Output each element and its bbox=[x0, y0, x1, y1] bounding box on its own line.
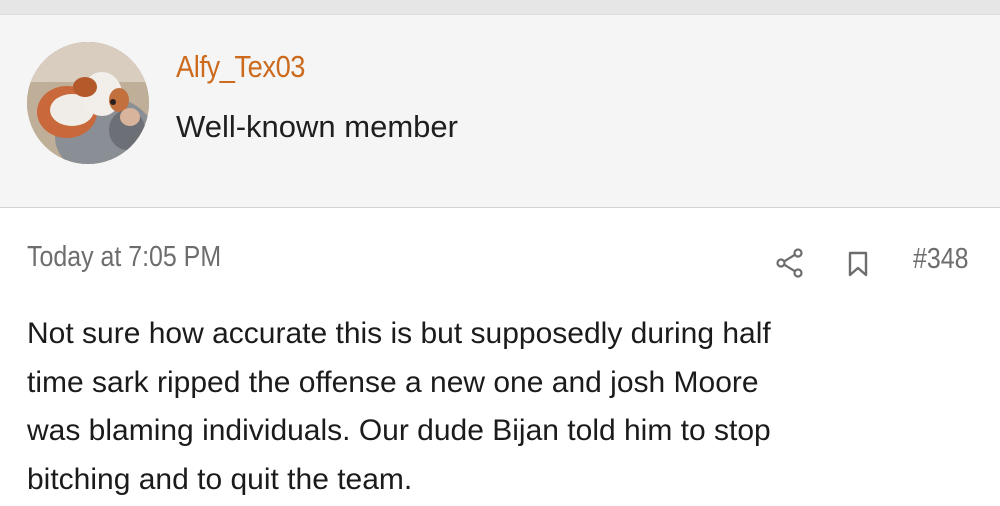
post-number-link[interactable]: #348 bbox=[913, 243, 968, 276]
user-title: Well-known member bbox=[176, 109, 458, 144]
post-timestamp[interactable]: Today at 7:05 PM bbox=[27, 241, 221, 274]
post-body-line: time sark ripped the offense a new one a… bbox=[27, 365, 759, 399]
post-meta: Today at 7:05 PM #348 bbox=[0, 208, 1000, 298]
avatar[interactable] bbox=[27, 42, 149, 164]
top-strip bbox=[0, 0, 1000, 14]
post-body-line: bitching and to quit the team. bbox=[27, 462, 413, 496]
avatar-photo bbox=[27, 42, 149, 164]
post-body-line: was blaming individuals. Our dude Bijan … bbox=[27, 414, 771, 447]
share-icon[interactable] bbox=[776, 248, 804, 278]
username[interactable]: Alfy_Tex03 bbox=[176, 49, 305, 85]
bookmark-icon[interactable] bbox=[848, 251, 868, 277]
post-body-line: Not sure how accurate this is but suppos… bbox=[27, 317, 771, 350]
user-header: Alfy_Tex03 Well-known member bbox=[0, 14, 1000, 208]
post-body: Not sure how accurate this is but suppos… bbox=[27, 310, 987, 504]
